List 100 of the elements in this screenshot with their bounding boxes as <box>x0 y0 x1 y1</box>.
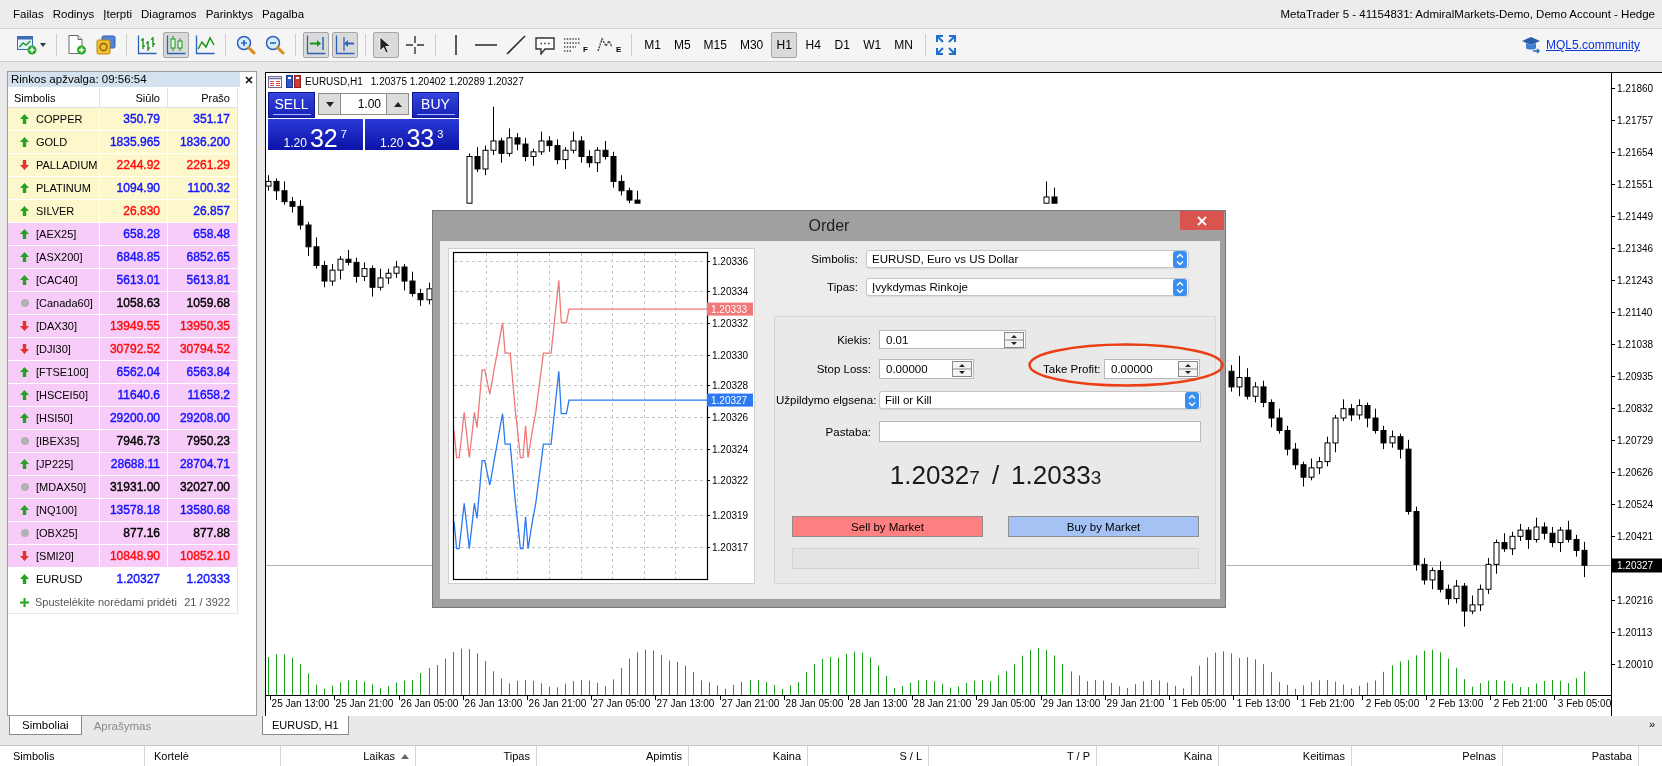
grid-tool-button[interactable]: F <box>561 32 591 58</box>
buy-price[interactable]: 1.20 33$^{3}$ <box>364 119 459 150</box>
column-header[interactable]: Apimtis <box>645 750 682 762</box>
decrease-button[interactable] <box>318 93 341 115</box>
symbol-row[interactable]: [HSCEI50] 11640.6 11658.2 <box>8 384 237 407</box>
symbol-row[interactable]: [IBEX35] 7946.73 7950.23 <box>8 430 237 453</box>
symbol-select[interactable]: EURUSD, Euro vs US Dollar <box>866 250 1189 268</box>
panel-tab[interactable]: Simboliai <box>9 716 82 735</box>
menu-item[interactable]: Įterpti <box>99 6 136 22</box>
timeframe-button[interactable]: M15 <box>698 32 732 58</box>
symbol-row[interactable]: [CAC40] 5613.01 5613.81 <box>8 269 237 292</box>
volume-field[interactable]: 0.01 <box>879 330 1026 349</box>
column-header[interactable]: Kortelė <box>154 750 189 762</box>
column-header[interactable]: Prašo <box>168 88 237 107</box>
price-label: 1.21860 <box>1617 83 1654 94</box>
add-symbol-hint[interactable]: Spustelėkite norėdami pridėti <box>35 596 177 608</box>
timeframe-button[interactable]: M1 <box>639 32 666 58</box>
sell-button[interactable]: SELL <box>268 92 315 118</box>
column-header[interactable]: S / L <box>899 750 922 762</box>
menu-item[interactable]: Pagalba <box>257 6 309 22</box>
stepper-icon[interactable] <box>1178 361 1198 377</box>
ask-price: 28704.71 <box>178 456 231 473</box>
symbol-row[interactable]: [HSI50] 29200.00 29208.00 <box>8 407 237 430</box>
order-type-select[interactable]: Įvykdymas Rinkoje <box>866 278 1189 296</box>
chart-shift-button[interactable] <box>332 32 358 58</box>
timeframe-button[interactable]: MN <box>889 32 918 58</box>
sell-market-button[interactable]: Sell by Market <box>792 516 983 537</box>
stepper-icon[interactable] <box>952 361 972 377</box>
column-header[interactable]: Tipas <box>503 750 530 762</box>
buy-button[interactable]: BUY <box>412 92 459 118</box>
take-profit-field[interactable]: 0.00000 <box>1104 359 1200 379</box>
timeframe-button[interactable]: M30 <box>734 32 769 58</box>
timeframe-button[interactable]: W1 <box>858 32 887 58</box>
timeframe-button[interactable]: D1 <box>829 32 856 58</box>
candlestick-icon <box>166 35 186 55</box>
arrow-to-line-icon <box>306 35 326 55</box>
time-label: 2 Feb 05:00 <box>1365 698 1420 709</box>
menu-item[interactable]: Parinktys <box>201 6 257 22</box>
column-header[interactable]: Siūlo <box>100 88 168 107</box>
symbol-row[interactable]: SILVER 26.830 26.857 <box>8 200 237 223</box>
symbol-row[interactable]: COPPER 350.79 351.17 <box>8 108 237 131</box>
comment-field[interactable] <box>879 421 1201 442</box>
column-header[interactable]: Keitimas <box>1302 750 1345 762</box>
sell-price[interactable]: 1.20 32$^{7}$ <box>268 119 363 150</box>
symbol-row[interactable]: [JP225] 28688.11 28704.71 <box>8 453 237 476</box>
symbol-row[interactable]: [ASX200] 6848.85 6852.65 <box>8 246 237 269</box>
ask-price: 26.857 <box>192 203 231 220</box>
symbol-row[interactable]: PALLADIUM 2244.92 2261.29 <box>8 154 237 177</box>
increase-button[interactable] <box>386 93 409 115</box>
symbol-row[interactable]: [DJI30] 30792.52 30794.52 <box>8 338 237 361</box>
symbol-row[interactable]: [SMI20] 10848.90 10852.10 <box>8 545 237 568</box>
price-label: 1.20216 <box>1617 595 1654 606</box>
price-tag: 1.20327 <box>707 393 753 407</box>
symbol-row[interactable]: [MDAX50] 31931.00 32027.00 <box>8 476 237 499</box>
buy-market-button[interactable]: Buy by Market <box>1008 516 1199 537</box>
column-header[interactable]: T / P <box>1066 750 1090 762</box>
column-header[interactable]: Simbolis <box>8 88 100 107</box>
column-header[interactable]: Pastaba <box>1591 750 1632 762</box>
community-link[interactable]: MQL5.community <box>1545 38 1640 52</box>
card-button[interactable] <box>93 32 119 58</box>
bid-price: 11640.6 <box>100 384 168 406</box>
symbol-row[interactable]: [OBX25] 877.16 877.88 <box>8 522 237 545</box>
bid-price: 13949.55 <box>100 315 168 337</box>
symbol-row[interactable]: [FTSE100] 6562.04 6563.84 <box>8 361 237 384</box>
crosshair-icon <box>405 35 425 55</box>
column-header[interactable]: Kaina <box>772 750 801 762</box>
lot-field[interactable]: 1.00 <box>341 93 386 115</box>
autoscroll-button[interactable] <box>303 32 329 58</box>
axis-label: 1.20336 <box>712 256 749 267</box>
timeframe-button[interactable]: M5 <box>668 32 696 58</box>
stepper-icon[interactable] <box>1004 331 1024 348</box>
symbol-row[interactable]: [Canada60] 1058.63 1059.68 <box>8 292 237 315</box>
time-label: 26 Jan 21:00 <box>528 698 587 709</box>
chart-symbol: EURUSD,H1 <box>305 76 363 87</box>
cursor-button[interactable] <box>373 32 399 58</box>
symbol-row[interactable]: [NQ100] 13578.18 13580.68 <box>8 499 237 522</box>
timeframe-button[interactable]: H4 <box>800 32 827 58</box>
symbol-row[interactable]: [AEX25] 658.28 658.48 <box>8 223 237 246</box>
candlestick-chart-button[interactable] <box>163 32 189 58</box>
candlestick <box>426 282 433 305</box>
symbol-row[interactable]: [DAX30] 13949.55 13950.35 <box>8 315 237 338</box>
fill-policy-select[interactable]: Fill or Kill <box>879 391 1201 409</box>
timeframe-button[interactable]: H1 <box>771 32 798 58</box>
symbol-row[interactable]: GOLD 1835.965 1836.200 <box>8 131 237 154</box>
column-header[interactable]: Simbolis <box>13 750 55 762</box>
stop-loss-field[interactable]: 0.00000 <box>879 359 974 379</box>
column-header[interactable]: Kaina <box>1183 750 1212 762</box>
column-header[interactable]: Pelnas <box>1462 750 1496 762</box>
menu-item[interactable]: Rodinys <box>48 6 99 22</box>
price-label: 1.20524 <box>1617 499 1654 510</box>
symbol-row[interactable]: PLATINUM 1094.90 1100.32 <box>8 177 237 200</box>
column-header[interactable]: Laikas <box>363 750 395 762</box>
time-label: 28 Jan 21:00 <box>913 698 972 709</box>
time-label: 29 Jan 05:00 <box>977 698 1036 709</box>
wave-tool-button[interactable]: E <box>593 32 625 58</box>
chart-tab[interactable]: EURUSD, H1 <box>262 716 349 735</box>
menu-item[interactable]: Diagramos <box>137 6 201 22</box>
menu-item[interactable]: Failas <box>9 6 48 22</box>
more-tabs-button[interactable]: » <box>1645 716 1658 732</box>
axis-label: 1.20332 <box>712 318 749 329</box>
